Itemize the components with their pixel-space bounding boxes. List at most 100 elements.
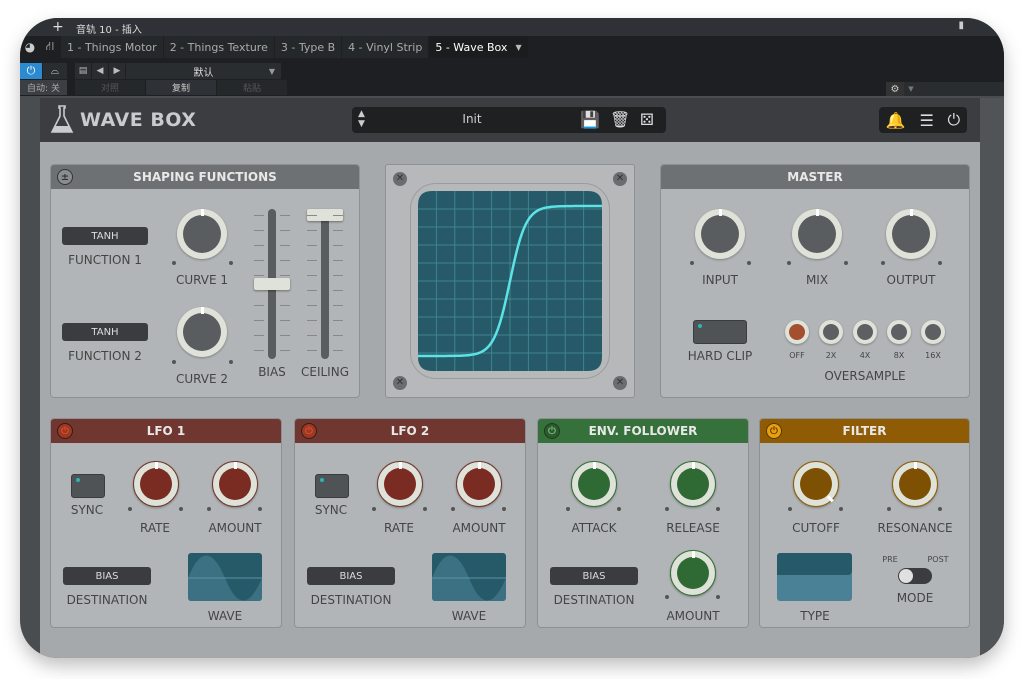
slider-tick [280,230,290,231]
oversample-2x-button[interactable] [819,320,843,344]
plugin-header: WAVE BOX ▲ ▼ Init 💾 🗑 ⚄ 🔔 ☰ ⏻ [40,98,980,142]
hard-clip-button[interactable] [693,320,747,344]
transfer-curve-display: ✕ ✕ ✕ ✕ [385,164,635,398]
preset-browser: ▲ ▼ Init 💾 🗑 ⚄ [352,107,666,133]
prev-preset-button[interactable]: ◀ [92,63,108,79]
slider-tick [280,350,290,351]
mix-label: MIX [805,273,829,287]
oversample-4x-button[interactable] [853,320,877,344]
plugin-title: WAVE BOX [80,109,197,131]
resonance-knob[interactable] [892,461,938,507]
bypass-knob-icon[interactable]: ◕ [20,36,40,58]
plus-icon[interactable]: + [52,19,64,35]
panel-title: SHAPING FUNCTIONS [133,170,277,184]
slider-tick [333,320,343,321]
bell-icon[interactable]: 🔔 [886,111,906,130]
function1-select[interactable]: TANH [62,227,148,245]
mode-toggle[interactable] [898,568,932,584]
copy-button[interactable]: 复制 [146,80,216,95]
lfo2-panel: ⏻ LFO 2 SYNC RATE AMOUNT BIAS DESTINATIO… [294,418,526,628]
curve2-label: CURVE 2 [175,372,229,386]
panel-title: FILTER [842,424,887,438]
output-knob[interactable] [886,209,936,259]
save-icon[interactable]: 💾 [580,110,600,129]
power-icon[interactable]: ⏻ [544,423,560,439]
panel-title: LFO 1 [146,424,186,438]
master-panel: MASTER INPUT MIX OUTPUT HARD CLIP OVERSA… [660,164,970,398]
function2-select[interactable]: TANH [62,323,148,341]
power-icon[interactable]: ⏻ [766,423,782,439]
ceiling-slider[interactable] [321,209,329,359]
slider-tick [280,260,290,261]
preset-select-value: 默认 [193,67,214,79]
rate-label: RATE [383,521,415,535]
sidechain-button[interactable]: ⌓ [43,63,67,79]
plus-minus-icon[interactable]: ± [57,169,73,185]
destination-select[interactable]: BIAS [63,567,151,585]
amount-knob[interactable] [456,461,502,507]
attack-knob[interactable] [571,461,617,507]
oversample-16x-button[interactable] [921,320,945,344]
wave-label: WAVE [207,609,243,623]
oversample-8x-button[interactable] [887,320,911,344]
chevron-down-icon[interactable]: ▼ [515,43,521,52]
compare-button[interactable]: 对照 [75,80,145,95]
power-icon[interactable]: ⏻ [301,423,317,439]
trash-icon[interactable]: 🗑 [610,110,630,129]
release-knob[interactable] [670,461,716,507]
knob-max-dot [617,507,621,511]
attack-label: ATTACK [571,521,617,535]
wave-selector[interactable] [188,553,262,601]
knob-min-dot [787,261,791,265]
preset-select[interactable]: 默认 ▼ [126,63,281,79]
oversample-label: OVERSAMPLE [824,369,906,383]
amount-knob[interactable] [670,550,716,596]
cutoff-knob[interactable] [793,461,839,507]
post-label: POST [927,555,949,564]
oversample-off-label: OFF [789,351,805,360]
power-icon[interactable]: ⏻ [57,423,73,439]
oversample-off-button[interactable] [785,320,809,344]
amount-knob[interactable] [212,461,258,507]
tab-vinyl-strip[interactable]: 4 - Vinyl Strip [342,36,429,58]
chevron-down-icon[interactable]: ▼ [904,82,918,96]
slider-tick [333,230,343,231]
ceiling-label: CEILING [301,365,349,379]
tab-type-b[interactable]: 3 - Type B [274,36,342,58]
mix-knob[interactable] [792,209,842,259]
screw-icon: ✕ [393,172,407,186]
preset-name[interactable]: Init [352,112,592,126]
filter-type-selector[interactable] [777,553,852,601]
filter-panel: ⏻ FILTER CUTOFF RESONANCE TYPE PRE POST … [759,418,970,628]
destination-select[interactable]: BIAS [550,567,638,585]
paste-button[interactable]: 粘贴 [217,80,287,95]
tab-things-texture[interactable]: 2 - Things Texture [163,36,274,58]
gear-icon[interactable]: ⚙ [886,82,904,96]
power-icon[interactable]: ⏻ [947,110,960,130]
routing-icon[interactable]: ⛙ [40,36,60,58]
filter-shape-icon [777,553,852,575]
rate-knob[interactable] [377,461,423,507]
rate-knob[interactable] [133,461,179,507]
input-knob[interactable] [695,209,745,259]
panel-header: ⏻ ENV. FOLLOWER [538,419,748,443]
dice-icon[interactable]: ⚄ [640,110,654,129]
slider-tick [333,245,343,246]
menu-icon[interactable]: ☰ [919,111,933,130]
pin-icon[interactable]: ▮ [958,20,964,31]
slider-tick [307,335,317,336]
tab-things-motor[interactable]: 1 - Things Motor [61,36,163,58]
preset-menu-icon[interactable]: ▤ [75,63,91,79]
curve2-knob[interactable] [177,307,227,357]
destination-select[interactable]: BIAS [307,567,395,585]
scrollbar[interactable] [980,98,1004,658]
next-preset-button[interactable]: ▶ [109,63,125,79]
automation-toggle[interactable]: 自动: 关 [20,80,67,95]
bias-slider-thumb[interactable] [254,278,290,290]
curve1-knob[interactable] [177,209,227,259]
wave-selector[interactable] [432,553,506,601]
tab-wave-box[interactable]: 5 - Wave Box ▼ [429,36,528,58]
sync-button[interactable] [315,474,349,498]
power-button[interactable]: ⏻ [20,63,42,79]
sync-button[interactable] [71,474,105,498]
